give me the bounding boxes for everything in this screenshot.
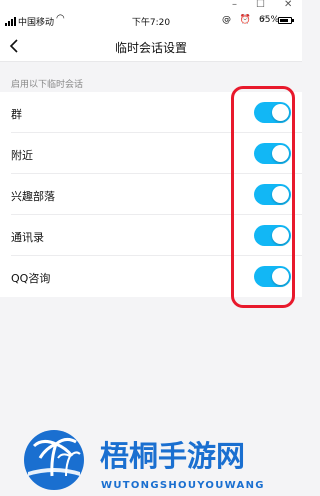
battery-icon (278, 17, 294, 24)
maximize-button[interactable]: ☐ (256, 0, 265, 10)
battery-percent: 65% (259, 15, 280, 25)
nav-bar: 临时会话设置 (0, 31, 302, 62)
page-title: 临时会话设置 (114, 41, 187, 55)
highlight-box (231, 86, 295, 308)
section-header: 启用以下临时会话 (11, 80, 84, 90)
item-label: 附近 (11, 149, 33, 162)
watermark-logo: 梧桐手游网 WUTONGSHOUYOUWANG (24, 430, 265, 491)
watermark-subtitle: WUTONGSHOUYOUWANG (101, 480, 265, 491)
window-controls: – ☐ ✕ (0, 0, 302, 11)
status-bar: 中国移动 ◠ 下午7:20 @ ⏰ ⚡ 65% (0, 11, 302, 31)
item-label: 群 (11, 108, 22, 121)
item-label: QQ咨询 (11, 272, 51, 285)
item-label: 兴趣部落 (11, 190, 55, 203)
close-button[interactable]: ✕ (284, 0, 292, 10)
watermark-name: 梧桐手游网 (100, 439, 245, 473)
item-label: 通讯录 (11, 231, 44, 244)
watermark: 梧桐手游网 WUTONGSHOUYOUWANG (22, 428, 292, 494)
minimize-button[interactable]: – (232, 0, 237, 10)
